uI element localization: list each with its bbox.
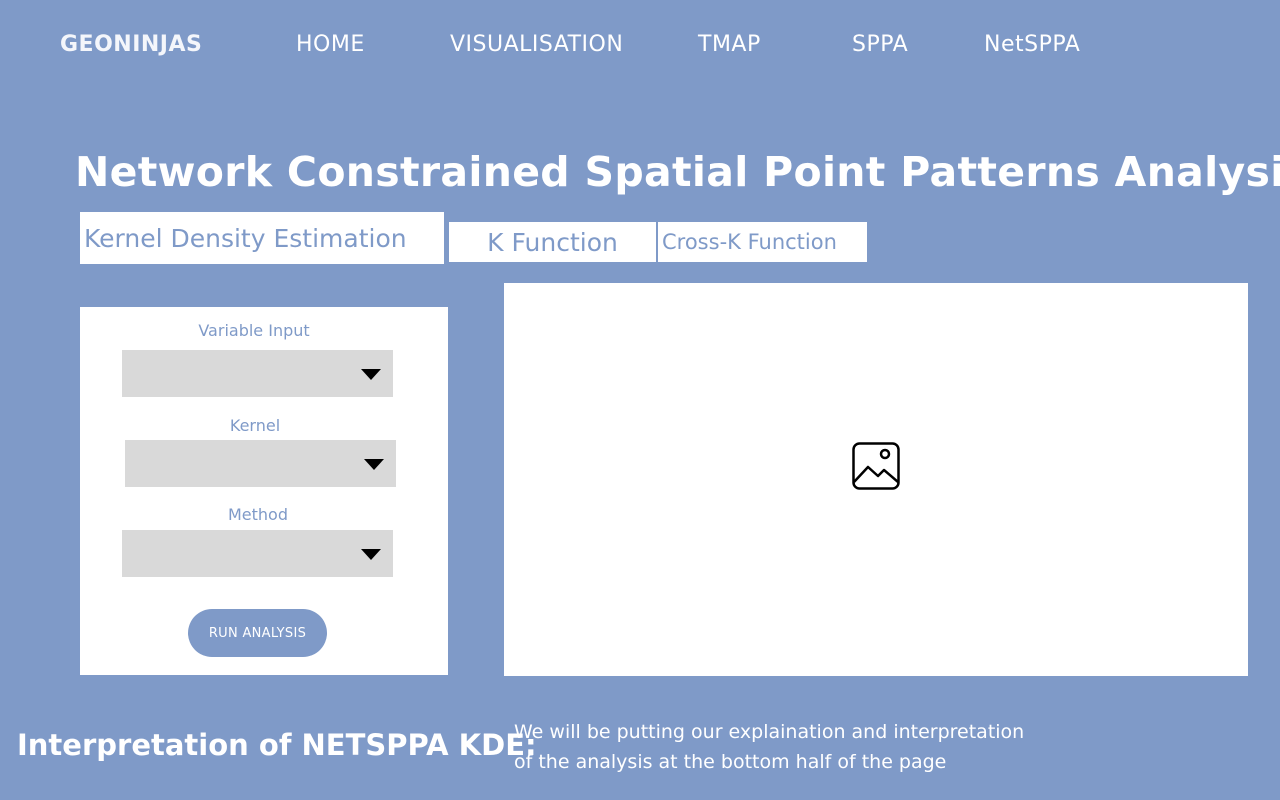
interpretation-text: We will be putting our explaination and … [514,717,1114,777]
interpretation-line-1: We will be putting our explaination and … [514,721,1025,743]
variable-input-select[interactable] [122,350,393,397]
visualization-area [504,283,1248,676]
interpretation-title: Interpretation of NETSPPA KDE: [17,728,537,762]
image-placeholder-icon [852,442,900,490]
tab-cross-k-function[interactable]: Cross-K Function [658,222,867,262]
dropdown-caret-icon [364,459,384,470]
dropdown-caret-icon [361,369,381,380]
kernel-select[interactable] [125,440,396,487]
nav-home[interactable]: HOME [296,32,365,57]
page-title: Network Constrained Spatial Point Patter… [75,148,1280,196]
method-label: Method [227,505,289,524]
brand-logo[interactable]: GEONINJAS [60,32,202,57]
variable-input-label: Variable Input [198,321,310,340]
nav-tmap[interactable]: TMAP [698,32,761,57]
run-analysis-button[interactable]: RUN ANALYSIS [188,609,327,657]
tab-k-function[interactable]: K Function [449,222,656,262]
kernel-label: Kernel [229,416,281,435]
interpretation-line-2: of the analysis at the bottom half of th… [514,751,947,773]
nav-netsppa[interactable]: NetSPPA [984,32,1080,57]
method-select[interactable] [122,530,393,577]
controls-panel: Variable Input Kernel Method RUN ANALYSI… [80,307,448,675]
top-nav: GEONINJAS HOME VISUALISATION TMAP SPPA N… [0,0,1280,95]
nav-sppa[interactable]: SPPA [852,32,908,57]
nav-visualisation[interactable]: VISUALISATION [450,32,623,57]
tab-kernel-density-estimation[interactable]: Kernel Density Estimation [80,212,444,264]
dropdown-caret-icon [361,549,381,560]
